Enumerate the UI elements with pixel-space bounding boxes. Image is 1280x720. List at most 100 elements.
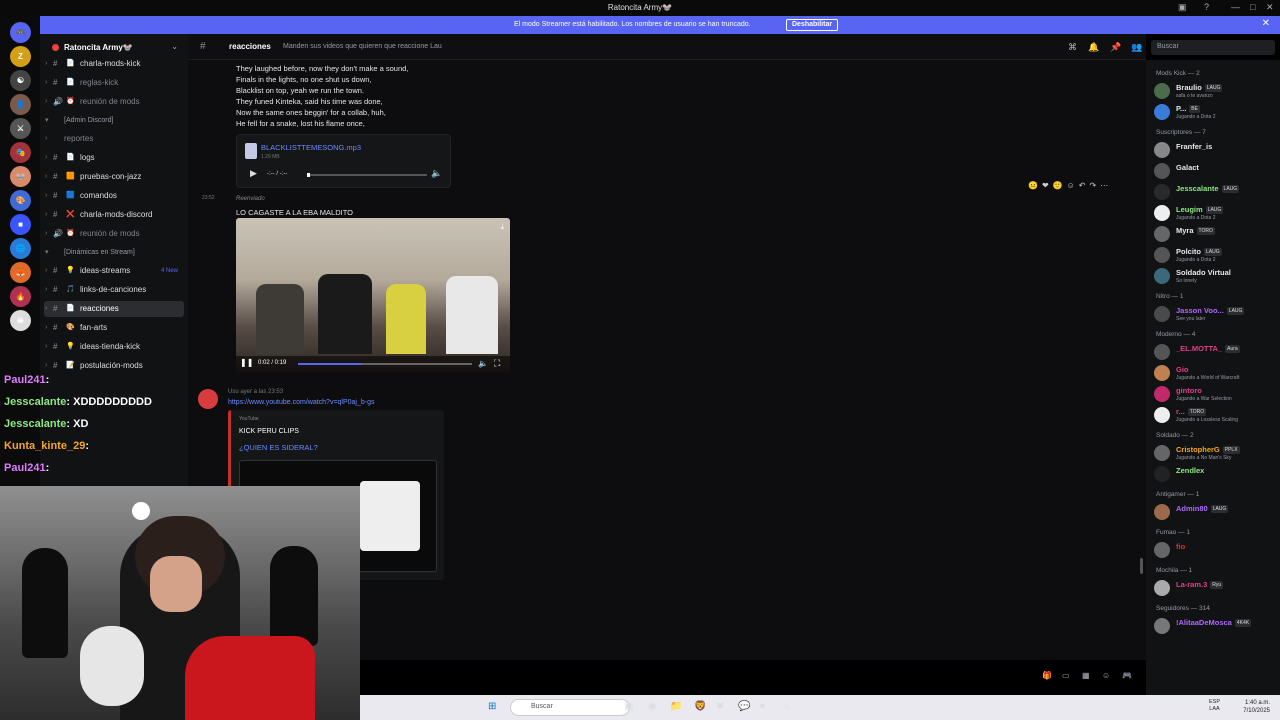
sidebar-channel[interactable]: › # 🎨 fan-arts: [44, 320, 184, 336]
server-icon[interactable]: 🎮: [10, 22, 31, 43]
help-icon[interactable]: ?: [1204, 2, 1209, 12]
member-item[interactable]: Jesscalante LAUG: [1154, 182, 1278, 202]
apps-icon[interactable]: 🎮: [1122, 671, 1132, 680]
disable-streamer-button[interactable]: Deshabilitar: [786, 19, 839, 31]
member-item[interactable]: La-ram.3 Ryu: [1154, 578, 1278, 598]
members-icon[interactable]: 👥: [1131, 42, 1142, 53]
system-clock[interactable]: 1:40 a.m. 7/10/2025: [1243, 699, 1270, 715]
server-icon[interactable]: ☠: [10, 310, 31, 331]
server-icon[interactable]: ⚔: [10, 118, 31, 139]
member-item[interactable]: r... TORO Jugando a Lossless Scaling: [1154, 405, 1278, 425]
sidebar-channel[interactable]: › # 📄 charla-mods-kick: [44, 56, 184, 72]
obs-icon[interactable]: ⏺: [760, 701, 765, 712]
channel-category[interactable]: ▾ [Admin Discord]: [44, 113, 184, 129]
sidebar-channel[interactable]: › # 💡 ideas-tienda-kick: [44, 339, 184, 355]
fullscreen-icon[interactable]: ⛶: [494, 358, 500, 369]
download-icon[interactable]: ⤓: [500, 222, 504, 232]
server-icon[interactable]: 🎨: [10, 190, 31, 211]
taskview-icon[interactable]: ▣: [624, 701, 633, 712]
video-time: 0:02 / 0:19: [258, 360, 287, 366]
search-input[interactable]: Buscar: [1151, 40, 1275, 55]
notification-icon[interactable]: 🔔: [1088, 42, 1099, 53]
server-icon[interactable]: 🦊: [10, 262, 31, 283]
member-item[interactable]: P... BE Jugando a Dota 2: [1154, 102, 1278, 122]
member-item[interactable]: Galact: [1154, 161, 1278, 181]
windows-start-icon[interactable]: ⊞: [488, 701, 496, 712]
member-item[interactable]: fio: [1154, 540, 1278, 560]
video-progress-bar[interactable]: [298, 363, 472, 365]
member-item[interactable]: !AlitaaDeMosca 4K4K: [1154, 616, 1278, 636]
member-item[interactable]: gintoro Jugando a War Selection: [1154, 384, 1278, 404]
brave-icon[interactable]: 🦁: [694, 701, 706, 712]
server-icon[interactable]: 🎭: [10, 142, 31, 163]
taskbar-search[interactable]: Buscar: [510, 699, 630, 716]
maximize-button[interactable]: □: [1250, 2, 1255, 12]
embed-title[interactable]: ¿QUIEN ES SIDERAL?: [239, 443, 318, 452]
member-item[interactable]: Polcito LAUG Jugando a Dota 2: [1154, 245, 1278, 265]
member-item[interactable]: Franfer_is: [1154, 140, 1278, 160]
discord-icon[interactable]: 💬: [738, 701, 750, 712]
server-icon[interactable]: 🌐: [10, 238, 31, 259]
member-item[interactable]: Jasson Voo... LAUG See you later: [1154, 304, 1278, 324]
hash-icon: #: [53, 323, 58, 332]
capcut-icon[interactable]: ✖: [716, 701, 724, 712]
inbox-icon[interactable]: ▣: [1178, 2, 1187, 13]
attachment-filename[interactable]: BLACKLISTTEMESONG.mp3: [261, 143, 361, 152]
audio-progress-bar[interactable]: [307, 173, 427, 177]
close-banner-icon[interactable]: ✕: [1262, 18, 1270, 29]
embed-author[interactable]: KICK PERU CLIPS: [239, 428, 299, 435]
sidebar-channel[interactable]: › # 📄 reglas-kick: [44, 75, 184, 91]
member-item[interactable]: Braulio LAUG safa o te avanzo: [1154, 81, 1278, 101]
server-icon[interactable]: 🔥: [10, 286, 31, 307]
sidebar-channel[interactable]: › 🔊 ⏰ reunión de mods: [44, 94, 184, 110]
emoji-icon[interactable]: ☺: [1102, 671, 1110, 680]
language-indicator[interactable]: ESP LAA: [1209, 699, 1220, 713]
close-window-button[interactable]: ✕: [1266, 2, 1274, 13]
server-icon[interactable]: ☯: [10, 70, 31, 91]
server-icon[interactable]: Z: [10, 46, 31, 67]
chevron-down-icon[interactable]: ⌄: [171, 42, 178, 51]
server-icon[interactable]: 👤: [10, 94, 31, 115]
sidebar-channel[interactable]: › # ❌ charla-mods-discord: [44, 207, 184, 223]
member-item[interactable]: Soldado Virtual So lonely: [1154, 266, 1278, 286]
pause-icon[interactable]: ❚❚: [240, 358, 253, 367]
member-item[interactable]: Admin80 LAUG: [1154, 502, 1278, 522]
sidebar-channel[interactable]: › # 💡 ideas-streams 4 New: [44, 263, 184, 279]
gif-icon[interactable]: ▭: [1062, 671, 1070, 680]
steam-icon[interactable]: ♨: [782, 701, 791, 712]
minimize-button[interactable]: —: [1231, 2, 1240, 12]
sidebar-channel[interactable]: › reportes: [44, 131, 184, 147]
sidebar-channel[interactable]: › 🔊 ⏰ reunión de mods: [44, 226, 184, 242]
server-name[interactable]: Ratoncita Army🐭: [52, 43, 133, 52]
member-item[interactable]: Gio Jugando a World of Warcraft: [1154, 363, 1278, 383]
edge-icon[interactable]: ◉: [648, 701, 657, 712]
message-actions[interactable]: 😐❤🙂☺↶↷⋯: [1028, 181, 1112, 190]
sidebar-channel[interactable]: › # 📄 logs: [44, 150, 184, 166]
sticker-icon[interactable]: ▦: [1082, 671, 1090, 680]
server-icon[interactable]: 🐭: [10, 166, 31, 187]
member-item[interactable]: Leugim LAUG Jugando a Dota 2: [1154, 203, 1278, 223]
explorer-icon[interactable]: 📁: [670, 701, 682, 712]
pin-icon[interactable]: 📌: [1110, 42, 1121, 53]
avatar[interactable]: [198, 389, 218, 409]
channel-emoji-icon: 📄: [66, 305, 75, 312]
member-item[interactable]: _EL.MOTTA_ Aura: [1154, 342, 1278, 362]
channel-category[interactable]: ▾ [Dinámicas en Stream]: [44, 245, 184, 261]
sidebar-channel[interactable]: › # 🟧 pruebas-con-jazz: [44, 169, 184, 185]
member-item[interactable]: Myra TORO: [1154, 224, 1278, 244]
scrollbar[interactable]: [1140, 558, 1143, 574]
sidebar-channel[interactable]: › # 🎵 links-de-canciones: [44, 282, 184, 298]
username[interactable]: Usu: [228, 389, 239, 395]
sidebar-channel[interactable]: › # 📄 reacciones: [44, 301, 184, 317]
member-item[interactable]: Zendlex: [1154, 464, 1278, 484]
volume-icon[interactable]: 🔈: [431, 168, 442, 179]
volume-icon[interactable]: 🔈: [478, 359, 488, 368]
threads-icon[interactable]: ⌘: [1068, 42, 1077, 53]
video-player[interactable]: ⤓ ❚❚ 0:02 / 0:19 🔈 ⛶: [236, 218, 510, 372]
play-icon[interactable]: ▶: [250, 168, 257, 179]
member-item[interactable]: CristopherG PPLX Jugando a No Man's Sky: [1154, 443, 1278, 463]
gift-icon[interactable]: 🎁: [1042, 671, 1052, 680]
sidebar-channel[interactable]: › # 🟦 comandos: [44, 188, 184, 204]
server-icon[interactable]: ■: [10, 214, 31, 235]
youtube-link[interactable]: https://www.youtube.com/watch?v=qlP0aj_b…: [228, 399, 375, 406]
